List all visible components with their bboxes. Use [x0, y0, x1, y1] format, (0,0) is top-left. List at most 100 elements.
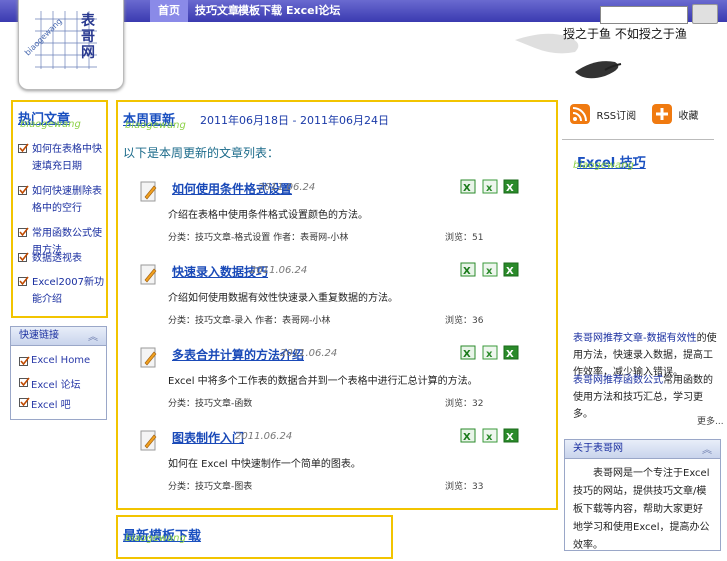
- document-edit-icon: [140, 347, 157, 368]
- post-description: 介绍如何使用数据有效性快速录入重复数据的方法。: [168, 293, 398, 304]
- about-text: 表哥网是一个专注于Excel技巧的网站，提供技巧文章/模板下载等内容，帮助大家更…: [573, 468, 710, 551]
- post-date: 2011.06.24: [235, 431, 293, 442]
- favorite-link[interactable]: 收藏: [652, 104, 699, 124]
- list-item[interactable]: 数据透视表: [18, 250, 104, 267]
- about-title: 关于表哥网: [573, 443, 623, 454]
- excel-xls-icon[interactable]: X: [460, 428, 476, 443]
- excel-xls-icon[interactable]: X: [460, 345, 476, 360]
- list-item[interactable]: 如何在表格中快速填充日期: [18, 141, 104, 175]
- check-icon: [18, 252, 29, 262]
- post-date: 2011.06.24: [250, 265, 308, 276]
- post-views: 浏览：51: [445, 233, 484, 243]
- quick-links-panel: 快速链接 ︽ Excel Home Excel 论坛 Excel 吧: [10, 326, 107, 420]
- check-icon: [18, 276, 29, 286]
- excel-xlsx-icon[interactable]: x: [482, 179, 498, 194]
- about-panel: 关于表哥网 ︽ 表哥网是一个专注于Excel技巧的网站，提供技巧文章/模板下载等…: [564, 439, 721, 551]
- post-meta: 分类：技巧文章-图表: [168, 482, 253, 492]
- excel-file-icons: X x X: [460, 428, 519, 446]
- logo-text: 表哥网: [81, 13, 95, 61]
- post-meta: 分类：技巧文章-录入 作者：表哥网-小林: [168, 316, 331, 326]
- post-views: 浏览：32: [445, 399, 484, 409]
- svg-text:x: x: [486, 349, 493, 360]
- post-title[interactable]: 图表制作入门: [172, 429, 244, 446]
- rss-icon: [570, 104, 590, 124]
- list-item-label[interactable]: 数据透视表: [32, 250, 104, 267]
- check-icon: [18, 185, 29, 195]
- quick-link-bar[interactable]: Excel 吧: [31, 396, 71, 411]
- favorite-label: 收藏: [678, 110, 699, 122]
- more-link[interactable]: 更多...: [697, 414, 724, 427]
- nav-home[interactable]: 首页: [150, 0, 188, 22]
- svg-text:X: X: [506, 349, 514, 360]
- quick-links-title: 快速链接: [19, 330, 59, 341]
- post-views: 浏览：33: [445, 482, 484, 492]
- weekly-updates-watermark: biaogewang: [125, 120, 186, 131]
- hot-articles-watermark: biaogewang: [20, 119, 81, 130]
- quick-link-excelhome[interactable]: Excel Home: [31, 355, 90, 366]
- site-logo[interactable]: 表哥网 biaogewang: [18, 0, 124, 90]
- weekly-updates-box: [116, 100, 558, 510]
- divider: [562, 139, 714, 140]
- collapse-icon[interactable]: ︽: [702, 442, 712, 460]
- excel-file-icons: X x X: [460, 179, 519, 197]
- motto-text: 授之于鱼 不如授之于渔: [563, 27, 687, 41]
- excel-app-icon[interactable]: X: [503, 345, 519, 360]
- excel-file-icons: X x X: [460, 345, 519, 363]
- tip-link[interactable]: 表哥网推荐文章-数据有效性: [573, 333, 697, 344]
- svg-text:X: X: [463, 349, 471, 360]
- post-description: 介绍在表格中使用条件格式设置颜色的方法。: [168, 210, 368, 221]
- svg-text:x: x: [486, 183, 493, 194]
- list-item-label[interactable]: Excel2007新功能介绍: [32, 274, 104, 308]
- check-icon: [19, 356, 30, 366]
- post-date: 2011.06.24: [280, 348, 338, 359]
- svg-text:X: X: [463, 183, 471, 194]
- excel-app-icon[interactable]: X: [503, 262, 519, 277]
- excel-xlsx-icon[interactable]: x: [482, 345, 498, 360]
- post-meta: 分类：技巧文章-函数: [168, 399, 253, 409]
- svg-text:X: X: [506, 183, 514, 194]
- excel-xlsx-icon[interactable]: x: [482, 262, 498, 277]
- list-item[interactable]: Excel2007新功能介绍: [18, 274, 104, 308]
- check-icon: [19, 397, 30, 407]
- svg-text:X: X: [506, 432, 514, 443]
- svg-text:x: x: [486, 432, 493, 443]
- post-description: 如何在 Excel 中快速制作一个简单的图表。: [168, 459, 361, 470]
- excel-app-icon[interactable]: X: [503, 179, 519, 194]
- list-item[interactable]: 如何快速删除表格中的空行: [18, 183, 104, 217]
- rss-label: RSS订阅: [596, 110, 637, 122]
- excel-xls-icon[interactable]: X: [460, 262, 476, 277]
- svg-text:x: x: [486, 266, 493, 277]
- svg-text:X: X: [463, 266, 471, 277]
- excel-xls-icon[interactable]: X: [460, 179, 476, 194]
- excel-tips-watermark: biaogewang: [573, 160, 634, 171]
- check-icon: [18, 143, 29, 153]
- document-edit-icon: [140, 181, 157, 202]
- check-icon: [19, 377, 30, 387]
- post-views: 浏览：36: [445, 316, 484, 326]
- templates-watermark: biaogewang: [125, 533, 186, 544]
- quick-link-forum[interactable]: Excel 论坛: [31, 376, 81, 391]
- rss-link[interactable]: RSS订阅: [570, 104, 636, 124]
- document-edit-icon: [140, 264, 157, 285]
- svg-text:X: X: [506, 266, 514, 277]
- plus-icon: [652, 104, 672, 124]
- check-icon: [18, 227, 29, 237]
- post-date: 2011.06.24: [258, 182, 316, 193]
- list-item-label[interactable]: 如何快速删除表格中的空行: [32, 183, 104, 217]
- document-edit-icon: [140, 430, 157, 451]
- post-description: Excel 中将多个工作表的数据合并到一个表格中进行汇总计算的方法。: [168, 376, 478, 387]
- svg-text:X: X: [463, 432, 471, 443]
- collapse-icon[interactable]: ︽: [88, 329, 98, 347]
- about-header[interactable]: 关于表哥网 ︽: [565, 440, 720, 459]
- post-meta: 分类：技巧文章-格式设置 作者：表哥网-小林: [168, 233, 349, 243]
- date-range: 2011年06月18日 - 2011年06月24日: [200, 114, 389, 127]
- tip-link[interactable]: 表哥网推荐函数公式: [573, 375, 663, 386]
- search-button[interactable]: [692, 4, 718, 24]
- updates-subtitle: 以下是本周更新的文章列表：: [123, 146, 280, 160]
- nav-forum[interactable]: Excel论坛: [278, 0, 348, 22]
- quick-links-header[interactable]: 快速链接 ︽: [11, 327, 106, 346]
- excel-xlsx-icon[interactable]: x: [482, 428, 498, 443]
- excel-file-icons: X x X: [460, 262, 519, 280]
- list-item-label[interactable]: 如何在表格中快速填充日期: [32, 141, 104, 175]
- excel-app-icon[interactable]: X: [503, 428, 519, 443]
